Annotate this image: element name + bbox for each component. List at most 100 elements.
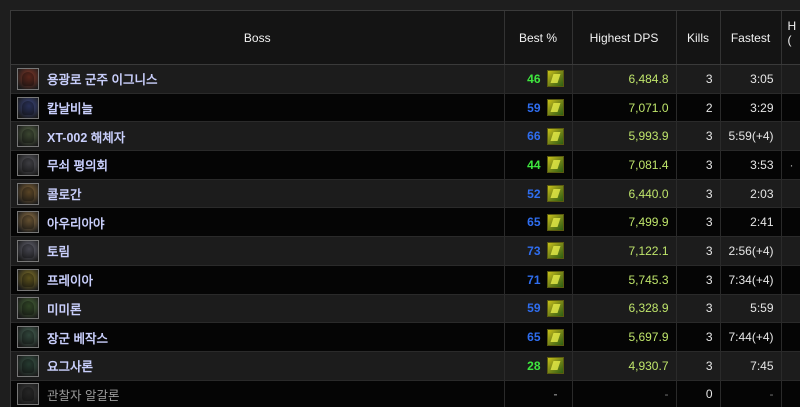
kills-value: 3 (676, 121, 721, 152)
boss-cell[interactable]: 칼날비늘 (11, 93, 505, 123)
boss-cell[interactable]: 요그사론 (11, 351, 505, 381)
table-row[interactable]: 무쇠 평의회 44 7,081.4 3 3:53 · (11, 150, 800, 180)
kills-value: 0 (676, 380, 721, 407)
boss-portrait-icon[interactable] (17, 153, 39, 176)
boss-portrait-icon[interactable] (17, 354, 39, 377)
best-percent-cell: 66 (504, 121, 573, 152)
boss-cell[interactable]: 토림 (11, 236, 505, 266)
boss-name[interactable]: 아우리아야 (47, 213, 105, 232)
boss-cell[interactable]: 미미론 (11, 294, 505, 324)
truncated-value (781, 121, 800, 152)
fastest-value: 3:29 (720, 93, 782, 123)
boss-portrait-icon[interactable] (17, 182, 39, 205)
boss-portrait-icon[interactable] (17, 383, 39, 406)
boss-portrait-icon[interactable] (17, 297, 39, 320)
column-header-kills[interactable]: Kills (676, 11, 721, 65)
best-percent-cell: 59 (504, 294, 573, 324)
boss-portrait-icon[interactable] (17, 326, 39, 349)
highest-dps-value: 5,745.3 (572, 265, 677, 295)
boss-name[interactable]: 프레이아 (47, 270, 93, 289)
column-header-boss[interactable]: Boss (11, 11, 505, 65)
boss-portrait-icon[interactable] (17, 67, 39, 90)
highest-dps-value: 6,440.0 (572, 179, 677, 209)
boss-cell[interactable]: 장군 베작스 (11, 322, 505, 352)
boss-name[interactable]: 토림 (47, 241, 70, 260)
kills-value: 3 (676, 294, 721, 324)
best-percent-value: 44 (527, 157, 541, 172)
best-percent-value: 28 (527, 358, 541, 373)
table-row[interactable]: 프레이아 71 5,745.3 3 7:34(+4) (11, 265, 800, 295)
truncated-value (781, 265, 800, 295)
boss-portrait-icon[interactable] (17, 211, 39, 234)
boss-name[interactable]: 요그사론 (47, 356, 93, 375)
highest-dps-value: 6,484.8 (572, 64, 677, 94)
kills-value: 3 (676, 179, 721, 209)
table-row[interactable]: 콜로간 52 6,440.0 3 2:03 (11, 179, 800, 209)
boss-cell[interactable]: 용광로 군주 이그니스 (11, 64, 505, 94)
boss-name[interactable]: 용광로 군주 이그니스 (47, 69, 157, 88)
best-percent-value: - (553, 387, 558, 402)
fastest-value: 5:59(+4) (720, 121, 782, 152)
boss-rankings-table: Boss Best % Highest DPS Kills Fastest H … (11, 11, 800, 407)
column-header-truncated-line2: ( (787, 33, 792, 47)
table-row[interactable]: 요그사론 28 4,930.7 3 7:45 (11, 351, 800, 381)
best-percent-cell: 44 (504, 150, 573, 180)
truncated-value (781, 294, 800, 324)
boss-name[interactable]: XT-002 해체자 (47, 127, 125, 146)
boss-name[interactable]: 무쇠 평의회 (47, 155, 108, 174)
table-header-row: Boss Best % Highest DPS Kills Fastest H … (11, 11, 800, 65)
boss-cell[interactable]: 콜로간 (11, 179, 505, 209)
boss-portrait-icon[interactable] (17, 268, 39, 291)
column-header-truncated-line1: H (787, 19, 797, 33)
table-row[interactable]: 관찰자 알갈론 - -0- (11, 380, 800, 407)
boss-cell[interactable]: 무쇠 평의회 (11, 150, 505, 180)
kills-value: 3 (676, 236, 721, 266)
boss-name[interactable]: 관찰자 알갈론 (47, 385, 119, 404)
column-header-best-percent[interactable]: Best % (504, 11, 573, 65)
highest-dps-value: 5,993.9 (572, 121, 677, 152)
boss-name[interactable]: 장군 베작스 (47, 328, 108, 347)
boss-cell[interactable]: 프레이아 (11, 265, 505, 295)
boss-name[interactable]: 칼날비늘 (47, 98, 93, 117)
boss-name[interactable]: 콜로간 (47, 184, 82, 203)
fastest-value: 3:05 (720, 64, 782, 94)
boss-portrait-icon[interactable] (17, 96, 39, 119)
table-row[interactable]: 용광로 군주 이그니스 46 6,484.8 3 3:05 (11, 64, 800, 94)
boss-portrait-icon[interactable] (17, 239, 39, 262)
truncated-value (781, 380, 800, 407)
best-percent-value: 46 (527, 71, 541, 86)
truncated-value (781, 236, 800, 266)
spec-icon (546, 185, 564, 203)
boss-name[interactable]: 미미론 (47, 299, 82, 318)
kills-value: 3 (676, 207, 721, 238)
boss-cell[interactable]: 아우리아야 (11, 207, 505, 238)
column-header-highest-dps[interactable]: Highest DPS (572, 11, 677, 65)
table-row[interactable]: XT-002 해체자 66 5,993.9 3 5:59(+4) (11, 121, 800, 152)
highest-dps-value: 5,697.9 (572, 322, 677, 352)
best-percent-value: 65 (527, 330, 541, 345)
truncated-value (781, 322, 800, 352)
spec-icon (546, 213, 564, 231)
best-percent-value: 66 (527, 129, 541, 144)
boss-cell[interactable]: 관찰자 알갈론 (11, 380, 505, 407)
fastest-value: 2:03 (720, 179, 782, 209)
best-percent-cell: 65 (504, 207, 573, 238)
fastest-value: 5:59 (720, 294, 782, 324)
boss-portrait-icon[interactable] (17, 125, 39, 148)
boss-cell[interactable]: XT-002 해체자 (11, 121, 505, 152)
column-header-fastest[interactable]: Fastest (720, 11, 782, 65)
fastest-value: 7:34(+4) (720, 265, 782, 295)
kills-value: 2 (676, 93, 721, 123)
highest-dps-value: - (572, 380, 677, 407)
table-row[interactable]: 미미론 59 6,328.9 3 5:59 (11, 294, 800, 324)
table-row[interactable]: 토림 73 7,122.1 3 2:56(+4) (11, 236, 800, 266)
table-row[interactable]: 아우리아야 65 7,499.9 3 2:41 (11, 207, 800, 238)
table-row[interactable]: 칼날비늘 59 7,071.0 2 3:29 (11, 93, 800, 123)
spec-icon (546, 242, 564, 260)
highest-dps-value: 6,328.9 (572, 294, 677, 324)
best-percent-cell: 59 (504, 93, 573, 123)
column-header-truncated[interactable]: H ( (781, 11, 800, 65)
highest-dps-value: 7,122.1 (572, 236, 677, 266)
table-row[interactable]: 장군 베작스 65 5,697.9 3 7:44(+4) (11, 322, 800, 352)
highest-dps-value: 7,081.4 (572, 150, 677, 180)
